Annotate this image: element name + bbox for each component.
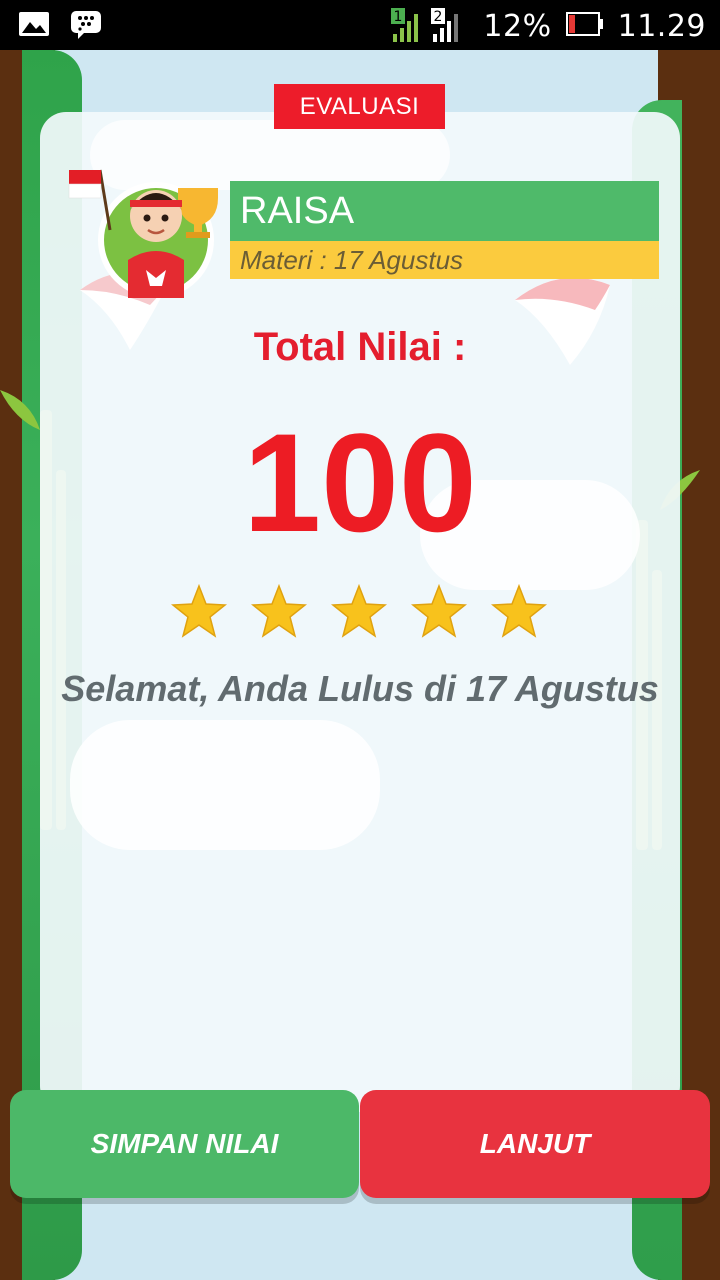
star-icon xyxy=(490,583,548,638)
total-score-value: 100 xyxy=(243,404,477,561)
star-icon xyxy=(410,583,468,638)
result-message: Selamat, Anda Lulus di 17 Agustus xyxy=(61,668,659,709)
star-icon xyxy=(330,583,388,638)
next-button[interactable]: LANJUT xyxy=(360,1090,710,1198)
status-bar: 1 2 12% 11.29 xyxy=(0,0,720,50)
avatar xyxy=(66,160,236,300)
battery-percent: 12% xyxy=(483,9,552,44)
signal-icon: 1 2 xyxy=(389,4,469,49)
battery-icon xyxy=(565,11,604,42)
star-rating xyxy=(170,583,552,643)
star-icon xyxy=(170,583,228,638)
sim2-label: 2 xyxy=(434,9,443,25)
evaluasi-badge: EVALUASI xyxy=(274,84,445,129)
total-score-label: Total Nilai : xyxy=(253,325,467,369)
bbm-icon xyxy=(70,9,102,46)
materi-label: Materi : 17 Agustus xyxy=(230,241,659,279)
clock: 11.29 xyxy=(617,9,706,44)
sim1-label: 1 xyxy=(394,9,403,25)
cloud xyxy=(70,720,380,850)
player-name: RAISA xyxy=(230,181,659,241)
star-icon xyxy=(250,583,308,638)
save-score-button[interactable]: SIMPAN NILAI xyxy=(10,1090,359,1198)
gallery-icon xyxy=(18,9,50,46)
